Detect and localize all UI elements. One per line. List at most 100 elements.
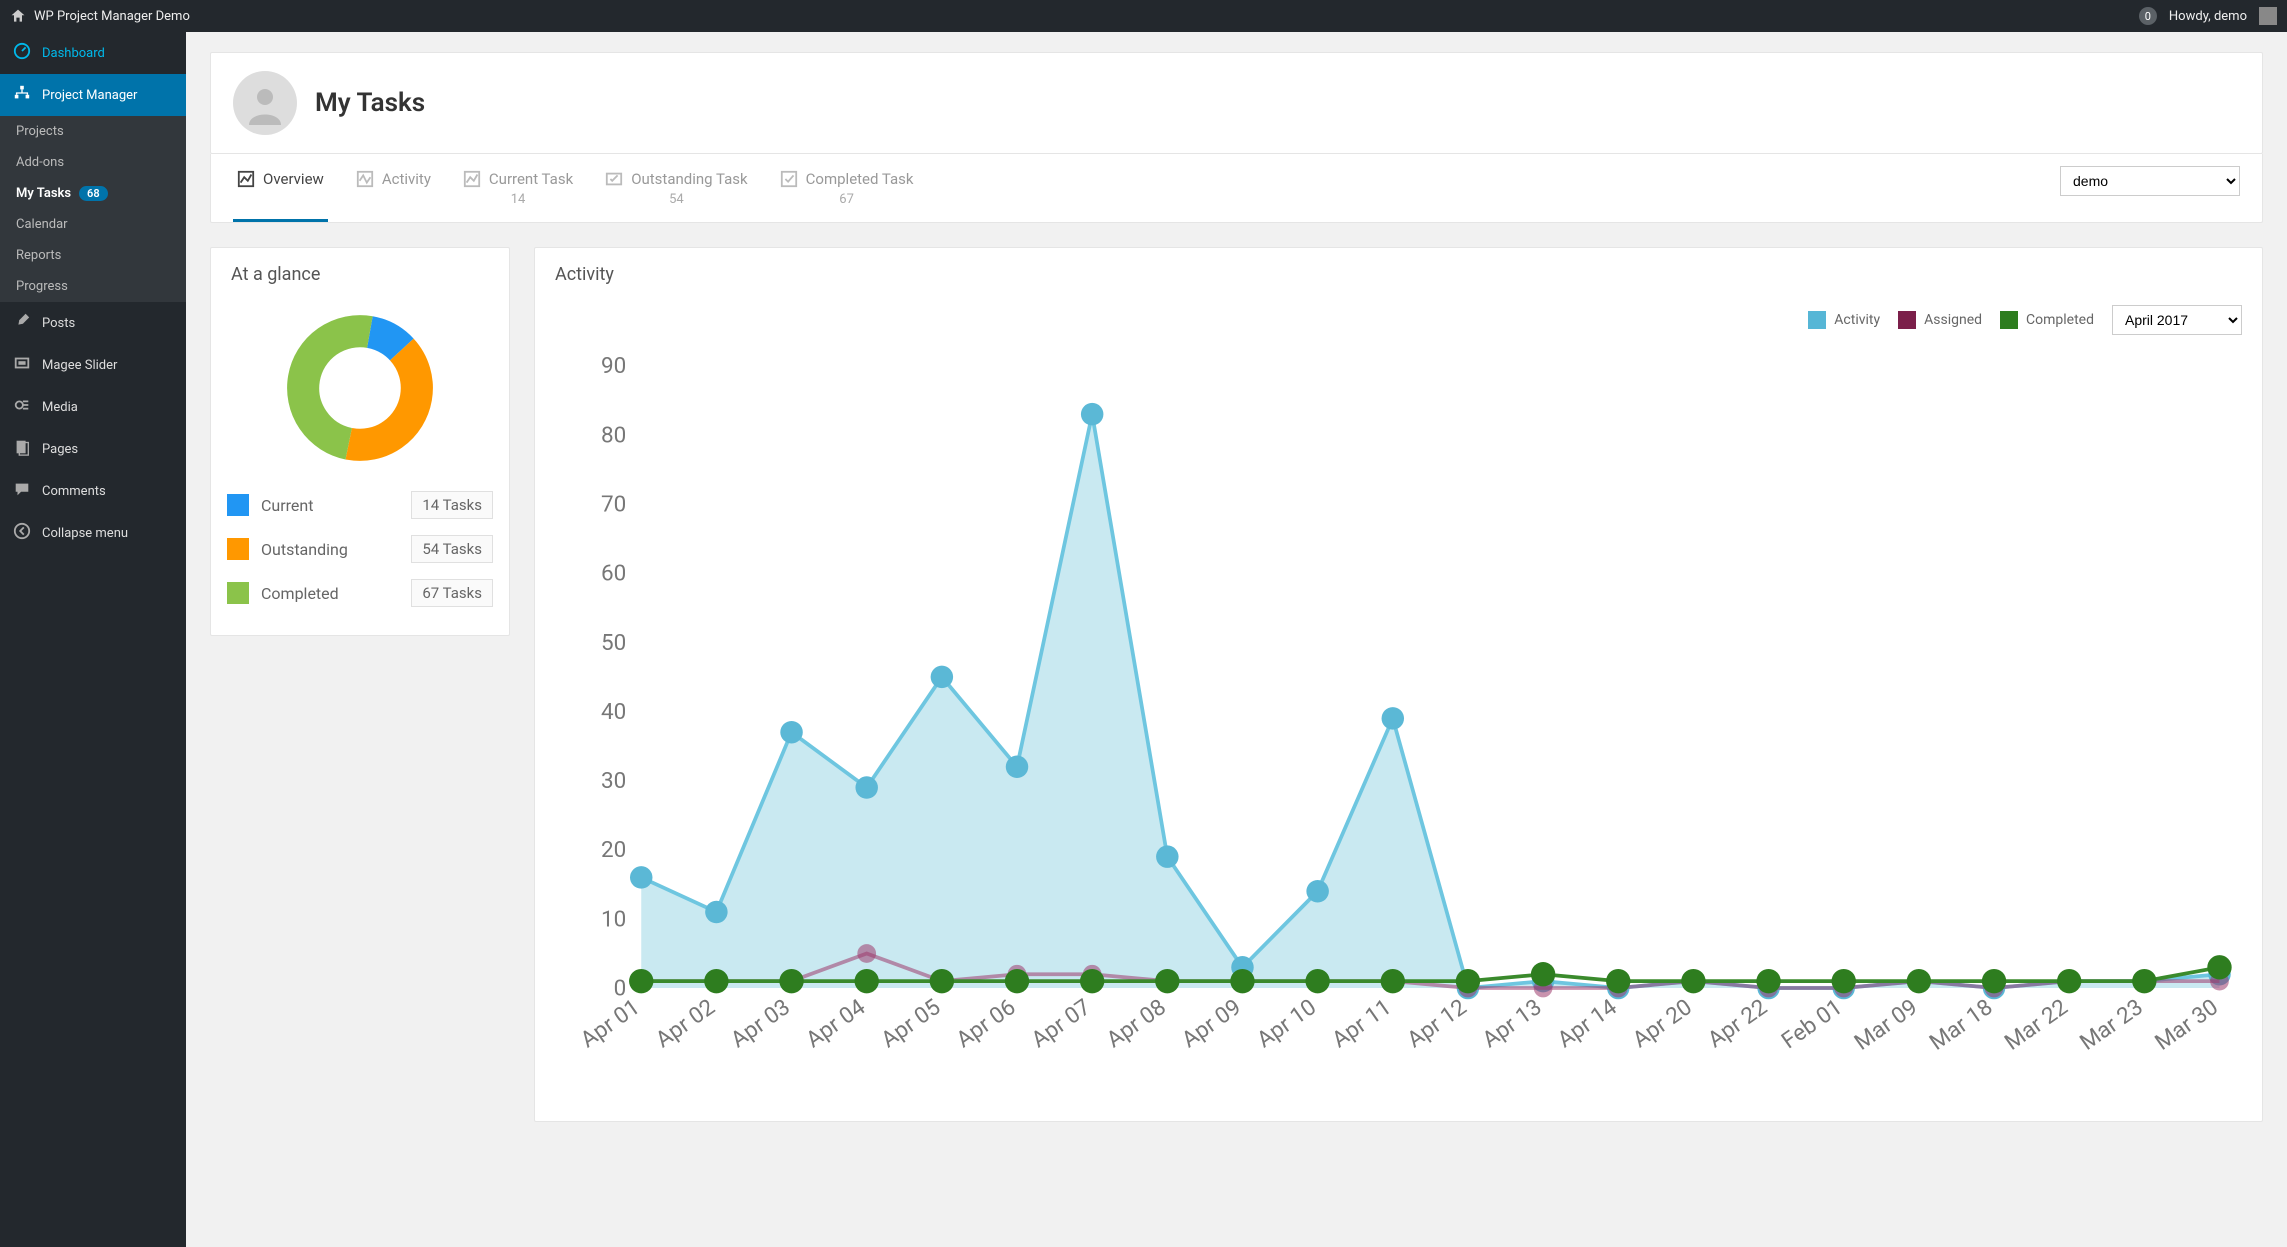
svg-text:Apr 10: Apr 10 bbox=[1252, 994, 1321, 1053]
tab-overview-label: Overview bbox=[263, 170, 324, 188]
adminmenu: Dashboard Project Manager Projects Add-o… bbox=[0, 32, 186, 1247]
activity-legend: Activity Assigned Completed April 2017 bbox=[535, 293, 2262, 339]
svg-text:60: 60 bbox=[601, 561, 626, 587]
menu-posts[interactable]: Posts bbox=[0, 302, 186, 344]
submenu-progress[interactable]: Progress bbox=[0, 271, 186, 302]
svg-text:70: 70 bbox=[601, 492, 626, 518]
tab-activity-label: Activity bbox=[382, 170, 431, 188]
glance-title: At a glance bbox=[211, 248, 509, 293]
project-manager-icon bbox=[12, 84, 32, 106]
svg-text:Apr 22: Apr 22 bbox=[1703, 994, 1772, 1053]
menu-pages[interactable]: Pages bbox=[0, 428, 186, 470]
glance-label-outstanding: Outstanding bbox=[261, 540, 348, 559]
svg-text:90: 90 bbox=[601, 353, 626, 379]
submenu-calendar-label: Calendar bbox=[16, 217, 68, 232]
glance-count-outstanding: 54 Tasks bbox=[411, 535, 493, 563]
user-select[interactable]: demo bbox=[2060, 166, 2240, 196]
menu-comments-label: Comments bbox=[42, 484, 106, 499]
media-icon bbox=[12, 396, 32, 418]
svg-text:Mar 22: Mar 22 bbox=[2000, 994, 2073, 1056]
svg-text:Apr 12: Apr 12 bbox=[1403, 994, 1472, 1053]
svg-text:Apr 20: Apr 20 bbox=[1628, 994, 1697, 1053]
menu-magee-slider-label: Magee Slider bbox=[42, 358, 117, 373]
tab-activity[interactable]: Activity bbox=[352, 154, 435, 222]
tab-outstanding-task-count: 54 bbox=[669, 192, 684, 207]
mytasks-badge: 68 bbox=[79, 186, 108, 201]
activity-title: Activity bbox=[555, 248, 614, 293]
collapse-icon bbox=[12, 522, 32, 544]
donut-chart bbox=[285, 313, 435, 463]
submenu-mytasks-label: My Tasks bbox=[16, 186, 71, 201]
tab-current-task[interactable]: Current Task 14 bbox=[459, 154, 577, 222]
svg-text:Feb 01: Feb 01 bbox=[1777, 994, 1847, 1054]
glance-row-current: Current 14 Tasks bbox=[227, 483, 493, 527]
adminbar: WP Project Manager Demo 0 Howdy, demo bbox=[0, 0, 2287, 32]
dashboard-icon bbox=[12, 42, 32, 64]
project-manager-submenu: Projects Add-ons My Tasks 68 Calendar Re… bbox=[0, 116, 186, 302]
svg-text:Apr 01: Apr 01 bbox=[576, 994, 645, 1053]
submenu-progress-label: Progress bbox=[16, 279, 68, 294]
menu-pages-label: Pages bbox=[42, 442, 78, 457]
user-avatar-large-icon bbox=[233, 71, 297, 135]
menu-magee-slider[interactable]: Magee Slider bbox=[0, 344, 186, 386]
svg-text:Apr 05: Apr 05 bbox=[877, 994, 946, 1053]
legend-completed: Completed bbox=[2000, 311, 2094, 329]
submenu-addons[interactable]: Add-ons bbox=[0, 147, 186, 178]
update-count-badge[interactable]: 0 bbox=[2139, 7, 2157, 25]
menu-project-manager[interactable]: Project Manager bbox=[0, 74, 186, 116]
activity-month-select[interactable]: April 2017 bbox=[2112, 305, 2242, 335]
tabs-row: Overview Activity bbox=[210, 154, 2263, 223]
glance-row-completed: Completed 67 Tasks bbox=[227, 571, 493, 615]
svg-text:30: 30 bbox=[601, 768, 626, 794]
svg-text:80: 80 bbox=[601, 422, 626, 448]
glance-count-completed: 67 Tasks bbox=[411, 579, 493, 607]
site-name[interactable]: WP Project Manager Demo bbox=[34, 9, 190, 24]
chart-icon bbox=[237, 170, 255, 188]
menu-collapse[interactable]: Collapse menu bbox=[0, 512, 186, 554]
glance-legend: Current 14 Tasks Outstanding 54 Tasks Co… bbox=[211, 483, 509, 625]
submenu-calendar[interactable]: Calendar bbox=[0, 209, 186, 240]
panel-activity: Activity Activity Assigned Completed bbox=[534, 247, 2263, 1122]
swatch-current bbox=[227, 494, 249, 516]
submenu-addons-label: Add-ons bbox=[16, 155, 64, 170]
activity-icon bbox=[356, 170, 374, 188]
menu-dashboard[interactable]: Dashboard bbox=[0, 32, 186, 74]
tab-overview[interactable]: Overview bbox=[233, 154, 328, 222]
svg-text:Apr 07: Apr 07 bbox=[1027, 994, 1096, 1053]
legend-activity: Activity bbox=[1808, 311, 1880, 329]
tab-outstanding-task[interactable]: Outstanding Task 54 bbox=[601, 154, 751, 222]
slider-icon bbox=[12, 354, 32, 376]
svg-text:Mar 09: Mar 09 bbox=[1850, 994, 1923, 1056]
svg-text:Apr 11: Apr 11 bbox=[1327, 994, 1396, 1053]
page-header: My Tasks bbox=[210, 52, 2263, 154]
submenu-mytasks[interactable]: My Tasks 68 bbox=[0, 178, 186, 209]
menu-collapse-label: Collapse menu bbox=[42, 526, 128, 541]
current-task-icon bbox=[463, 170, 481, 188]
menu-comments[interactable]: Comments bbox=[0, 470, 186, 512]
howdy-text[interactable]: Howdy, demo bbox=[2169, 9, 2247, 24]
user-avatar-icon[interactable] bbox=[2259, 7, 2277, 25]
svg-text:Apr 09: Apr 09 bbox=[1177, 994, 1246, 1053]
submenu-projects[interactable]: Projects bbox=[0, 116, 186, 147]
glance-label-completed: Completed bbox=[261, 584, 339, 603]
pages-icon bbox=[12, 438, 32, 460]
svg-text:Mar 23: Mar 23 bbox=[2075, 994, 2148, 1056]
menu-media-label: Media bbox=[42, 400, 78, 415]
submenu-reports[interactable]: Reports bbox=[0, 240, 186, 271]
tabs: Overview Activity bbox=[233, 154, 918, 222]
outstanding-task-icon bbox=[605, 170, 623, 188]
swatch-activity-icon bbox=[1808, 311, 1826, 329]
svg-text:Mar 18: Mar 18 bbox=[1925, 994, 1998, 1056]
menu-media[interactable]: Media bbox=[0, 386, 186, 428]
submenu-reports-label: Reports bbox=[16, 248, 61, 263]
adminbar-left: WP Project Manager Demo bbox=[10, 8, 190, 24]
main-wrap: My Tasks Overview bbox=[186, 0, 2287, 1247]
home-icon[interactable] bbox=[10, 8, 26, 24]
tab-completed-task[interactable]: Completed Task 67 bbox=[776, 154, 918, 222]
submenu-projects-label: Projects bbox=[16, 124, 64, 139]
page-title: My Tasks bbox=[315, 88, 425, 118]
pin-icon bbox=[12, 312, 32, 334]
swatch-completed bbox=[227, 582, 249, 604]
svg-text:Apr 08: Apr 08 bbox=[1102, 994, 1171, 1053]
donut-chart-wrap bbox=[211, 293, 509, 483]
